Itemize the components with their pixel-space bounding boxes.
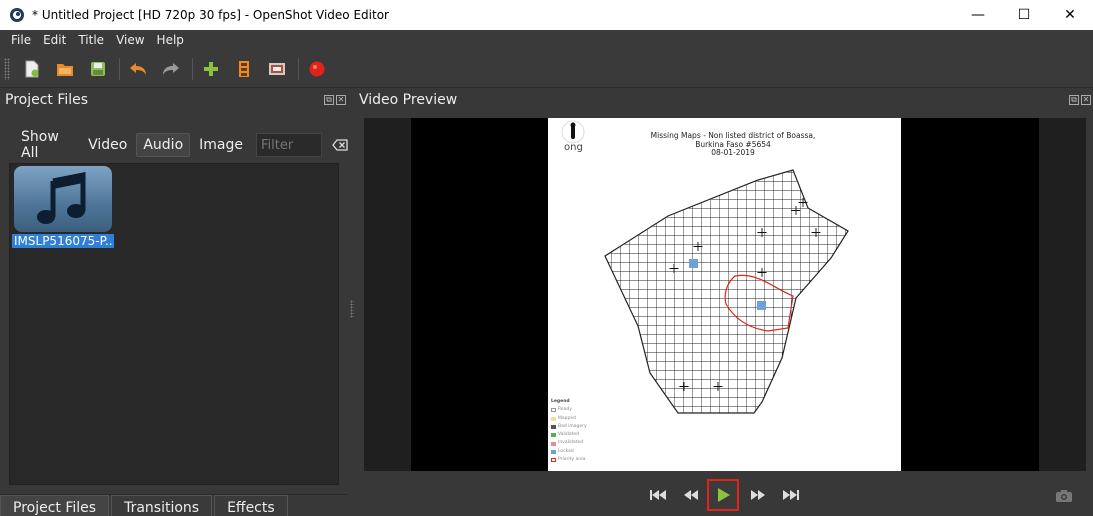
file-item[interactable]: IMSLP516075-P...: [12, 166, 114, 248]
save-project-icon[interactable]: [86, 57, 110, 81]
import-files-icon[interactable]: [199, 57, 223, 81]
main-toolbar: [0, 50, 1093, 88]
project-files-title: Project Files: [5, 92, 89, 108]
file-name-label: IMSLP516075-P...: [12, 234, 114, 248]
map-legend: Legend Ready Mapped Bad imagery Validate…: [551, 398, 587, 464]
project-files-header: Project Files ⧉ ✕: [0, 89, 348, 111]
legend-item: Validated: [558, 432, 579, 438]
project-files-dock: Project Files ⧉ ✕ Show All Video Audio I…: [0, 89, 348, 516]
tab-transitions[interactable]: Transitions: [111, 495, 213, 516]
filter-input[interactable]: [256, 133, 322, 157]
redo-icon[interactable]: [159, 57, 183, 81]
dock-close-icon[interactable]: ✕: [336, 95, 346, 105]
clear-filter-icon[interactable]: [332, 138, 348, 152]
video-preview-canvas: ong Missing Maps - Non listed district o…: [364, 118, 1086, 471]
choose-profile-icon[interactable]: [232, 57, 256, 81]
legend-item: Priority area: [558, 457, 586, 463]
play-button[interactable]: [707, 479, 739, 511]
audio-file-thumbnail-icon: [14, 166, 112, 232]
fullscreen-icon[interactable]: [265, 57, 289, 81]
files-filter-bar: Show All Video Audio Image: [14, 125, 348, 165]
openshot-window: * Untitled Project [HD 720p 30 fps] - Op…: [0, 0, 1093, 516]
left-bottom-tabs: Project Files Transitions Effects: [0, 494, 348, 516]
legend-item: Invalidated: [558, 440, 584, 446]
playback-controls: [355, 479, 1093, 515]
export-video-icon[interactable]: [305, 57, 329, 81]
video-preview-dock: Video Preview ⧉ ✕ ong Missing Maps - Non…: [355, 89, 1093, 516]
filter-show-all[interactable]: Show All: [14, 125, 79, 165]
filter-video[interactable]: Video: [81, 133, 134, 157]
toolbar-grip[interactable]: [4, 57, 10, 80]
filter-audio[interactable]: Audio: [136, 133, 191, 157]
dock-close-icon[interactable]: ✕: [1081, 95, 1091, 105]
openshot-logo-icon: [8, 6, 26, 24]
filter-image[interactable]: Image: [192, 133, 250, 157]
menu-title[interactable]: Title: [72, 33, 110, 47]
legend-title: Legend: [551, 399, 570, 404]
maximize-button[interactable]: ☐: [1001, 0, 1047, 30]
open-project-icon[interactable]: [53, 57, 77, 81]
jump-to-start-icon[interactable]: [647, 484, 669, 506]
legend-item: Bad imagery: [558, 423, 587, 429]
new-project-icon[interactable]: [20, 57, 44, 81]
legend-item: Mapped: [558, 415, 576, 421]
task-grid-map: [604, 169, 849, 414]
menu-help[interactable]: Help: [151, 33, 190, 47]
legend-item: Ready: [558, 407, 572, 413]
preview-letterbox-left: [364, 118, 411, 471]
dock-float-icon[interactable]: ⧉: [324, 95, 334, 105]
tab-project-files[interactable]: Project Files: [0, 495, 110, 516]
project-files-list[interactable]: IMSLP516075-P...: [9, 163, 339, 485]
minimize-button[interactable]: —: [955, 0, 1001, 30]
fast-forward-icon[interactable]: [747, 484, 769, 506]
legend-item: Locked: [558, 448, 574, 454]
undo-icon[interactable]: [126, 57, 150, 81]
toolbar-separator: [119, 57, 120, 80]
menu-edit[interactable]: Edit: [37, 33, 72, 47]
tab-effects[interactable]: Effects: [214, 495, 288, 516]
menu-bar: File Edit Title View Help: [0, 30, 1093, 50]
close-button[interactable]: ✕: [1047, 0, 1093, 30]
title-bar: * Untitled Project [HD 720p 30 fps] - Op…: [0, 0, 1093, 30]
video-preview-header: Video Preview ⧉ ✕: [355, 89, 1093, 111]
preview-frame-image: ong Missing Maps - Non listed district o…: [548, 118, 901, 471]
video-preview-title: Video Preview: [359, 92, 458, 108]
preview-letterbox-right: [1039, 118, 1086, 471]
rewind-icon[interactable]: [680, 484, 702, 506]
jump-to-end-icon[interactable]: [780, 484, 802, 506]
menu-file[interactable]: File: [5, 33, 37, 47]
window-title: * Untitled Project [HD 720p 30 fps] - Op…: [32, 8, 389, 22]
camera-snapshot-icon[interactable]: [1055, 489, 1073, 503]
menu-view[interactable]: View: [110, 33, 150, 47]
locked-task-cell: [757, 301, 766, 310]
dock-float-icon[interactable]: ⧉: [1069, 95, 1079, 105]
toolbar-separator: [192, 57, 193, 80]
toolbar-separator: [298, 57, 299, 80]
locked-task-cell: [689, 259, 698, 268]
dock-splitter-handle[interactable]: [350, 300, 354, 318]
